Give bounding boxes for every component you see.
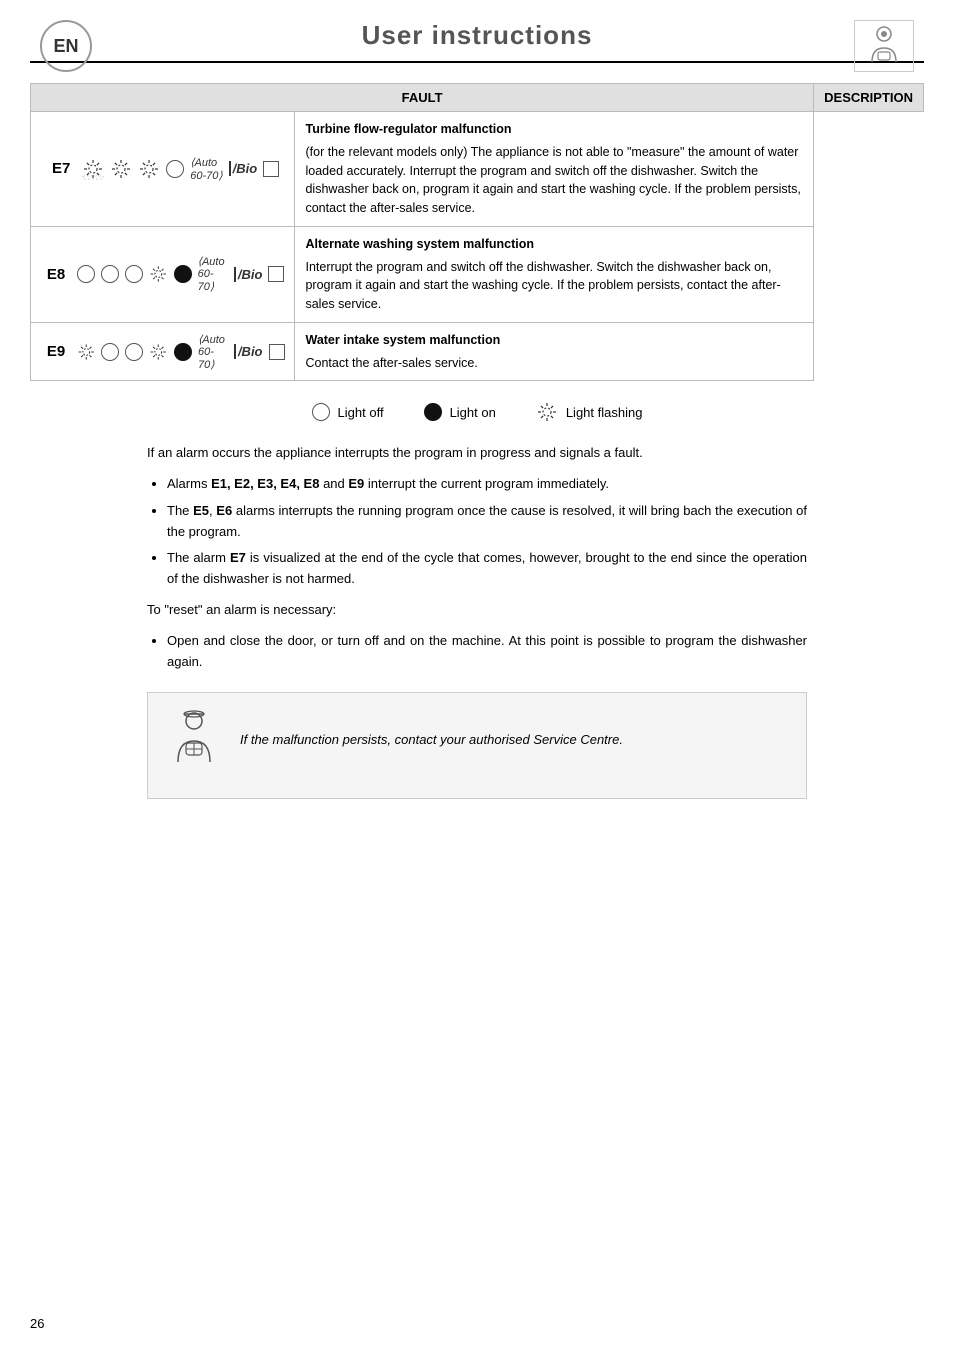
- list-item: The E5, E6 alarms interrupts the running…: [167, 501, 807, 543]
- description-header: DESCRIPTION: [814, 84, 924, 112]
- e8-icon4: [149, 264, 168, 284]
- e7-thermo: ⟨Auto60-70⟩: [190, 156, 222, 182]
- legend-flashing-icon: [536, 401, 558, 423]
- e8-checkbox: [268, 266, 284, 282]
- e7-icon1: [82, 158, 104, 180]
- legend-on-icon: [424, 403, 442, 421]
- fault-code-e9: E9: [41, 343, 71, 360]
- e8-icon2: [101, 265, 119, 283]
- e9-checkbox: [269, 344, 285, 360]
- e9-icon3: [125, 343, 143, 361]
- fault-header: FAULT: [31, 84, 814, 112]
- e8-description: Alternate washing system malfunction Int…: [295, 226, 814, 322]
- e8-bio: /Bio: [234, 267, 263, 282]
- reset-bullets-list: Open and close the door, or turn off and…: [167, 631, 807, 673]
- legend-light-flashing: Light flashing: [536, 401, 643, 423]
- warning-text: If the malfunction persists, contact you…: [240, 730, 623, 751]
- e8-icon5: [174, 265, 192, 283]
- technician-icon: [164, 707, 224, 767]
- e7-icon2: [110, 158, 132, 180]
- e9-icon2: [101, 343, 119, 361]
- legend-light-on: Light on: [424, 403, 496, 421]
- e9-bio: /Bio: [234, 344, 263, 359]
- list-item: Open and close the door, or turn off and…: [167, 631, 807, 673]
- e8-fault-icons: E8: [41, 255, 284, 293]
- fault-code-e7: E7: [46, 160, 76, 177]
- fault-table: FAULT DESCRIPTION E7: [30, 83, 924, 381]
- e8-icon1: [77, 265, 95, 283]
- brand-logo: [854, 20, 914, 72]
- page-number: 26: [30, 1316, 44, 1331]
- fault-code-e8: E8: [41, 266, 71, 283]
- e8-thermo: ⟨Auto60-70⟩: [198, 255, 228, 293]
- e9-fault-icons: E9: [41, 333, 284, 371]
- e7-bio: /Bio: [229, 161, 258, 176]
- alarm-bullets-list: Alarms E1, E2, E3, E4, E8 and E9 interru…: [167, 474, 807, 590]
- logo-icon: [864, 24, 904, 68]
- legend-off-icon: [312, 403, 330, 421]
- legend-row: Light off Light on Light flashing: [30, 401, 924, 423]
- e9-icon5: [174, 343, 192, 361]
- header: EN User instructions: [30, 20, 924, 63]
- e7-icon3: [138, 158, 160, 180]
- legend-light-off: Light off: [312, 403, 384, 421]
- warning-box: If the malfunction persists, contact you…: [147, 692, 807, 799]
- e9-icon4: [149, 342, 167, 362]
- e7-fault-icons: E7: [41, 156, 284, 182]
- language-badge: EN: [40, 20, 92, 72]
- table-row: E8: [31, 226, 924, 322]
- table-row: E7: [31, 112, 924, 227]
- e7-checkbox: [263, 161, 279, 177]
- warning-icon: [164, 707, 224, 784]
- page: EN User instructions FAULT DESCRIPTION: [0, 0, 954, 1351]
- table-row: E9: [31, 322, 924, 381]
- e7-description: Turbine flow-regulator malfunction (for …: [295, 112, 814, 227]
- list-item: Alarms E1, E2, E3, E4, E8 and E9 interru…: [167, 474, 807, 495]
- page-title: User instructions: [362, 20, 593, 51]
- description-section: If an alarm occurs the appliance interru…: [137, 443, 817, 799]
- e7-icon4: [166, 160, 184, 178]
- e9-description: Water intake system malfunction Contact …: [295, 322, 814, 381]
- intro-text: If an alarm occurs the appliance interru…: [147, 443, 807, 464]
- e9-thermo: ⟨Auto60-70⟩: [198, 333, 228, 371]
- e8-icon3: [125, 265, 143, 283]
- list-item: The alarm E7 is visualized at the end of…: [167, 548, 807, 590]
- reset-intro: To "reset" an alarm is necessary:: [147, 600, 807, 621]
- e9-icon1: [77, 342, 95, 362]
